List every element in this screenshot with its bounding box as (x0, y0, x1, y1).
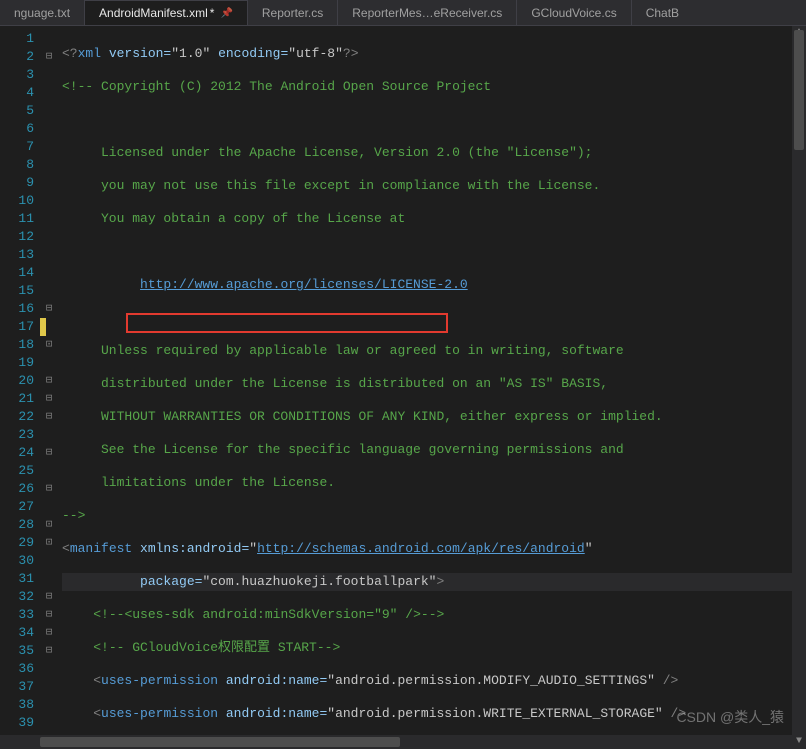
tab-gcloudvoice[interactable]: GCloudVoice.cs (517, 0, 631, 25)
fold-gutter: ⊟ ⊟⊡ ⊟⊟⊟ ⊟⊟ ⊡⊡ ⊟⊟⊟⊟ (40, 26, 58, 749)
tab-nguage[interactable]: nguage.txt (0, 0, 85, 25)
apache-license-link[interactable]: http://www.apache.org/licenses/LICENSE-2… (140, 277, 468, 292)
horizontal-scrollbar[interactable] (0, 735, 792, 749)
horizontal-scrollbar-thumb[interactable] (40, 737, 400, 747)
tab-reporter-receiver[interactable]: ReporterMes…eReceiver.cs (338, 0, 517, 25)
tab-bar: nguage.txt AndroidManifest.xml* 📌 Report… (0, 0, 806, 26)
tab-chatb[interactable]: ChatB (632, 0, 693, 25)
pin-icon: 📌 (220, 8, 232, 19)
line-number-gutter: 123 456 789 101112 131415 161718 192021 … (0, 26, 40, 749)
vertical-scrollbar[interactable]: ▲ ▼ (792, 26, 806, 749)
tab-android-manifest[interactable]: AndroidManifest.xml* 📌 (85, 0, 248, 25)
change-marker (40, 318, 46, 336)
tab-reporter[interactable]: Reporter.cs (248, 0, 338, 25)
code-editor[interactable]: 123 456 789 101112 131415 161718 192021 … (0, 26, 806, 749)
vertical-scrollbar-thumb[interactable] (794, 30, 804, 150)
scroll-down-icon[interactable]: ▼ (792, 735, 806, 749)
code-body[interactable]: <?xml version="1.0" encoding="utf-8"?> <… (58, 26, 806, 749)
